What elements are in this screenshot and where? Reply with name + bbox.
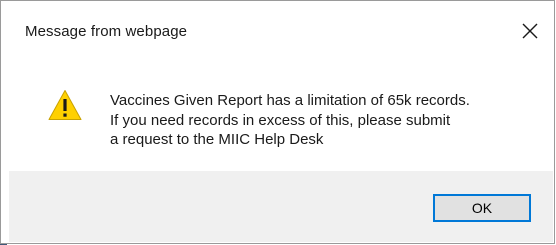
close-button[interactable] (514, 15, 546, 47)
close-icon (522, 23, 538, 39)
dialog-title: Message from webpage (25, 23, 188, 40)
message-line: a request to the MIIC Help Desk (110, 131, 324, 148)
ok-button[interactable]: OK (433, 194, 531, 222)
warning-icon (48, 89, 82, 121)
dialog-titlebar: Message from webpage (9, 1, 554, 63)
message-line: If you need records in excess of this, p… (110, 111, 451, 129)
dialog-message: Vaccines Given Report has a limitation o… (110, 91, 470, 150)
message-dialog: Message from webpage Vaccines Given Repo… (0, 0, 555, 244)
dialog-footer: OK (9, 171, 553, 242)
message-line: Vaccines Given Report has a limitation o… (110, 92, 470, 109)
dialog-content: Vaccines Given Report has a limitation o… (9, 63, 553, 171)
